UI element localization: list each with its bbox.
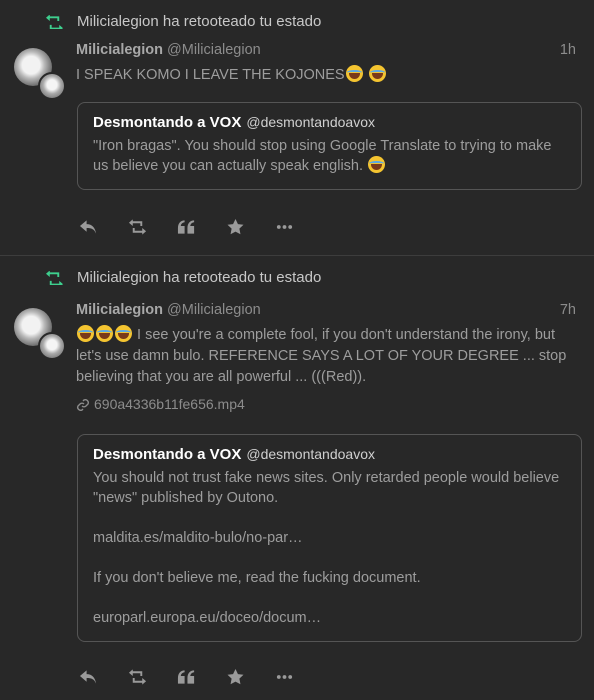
boost-button[interactable]	[127, 218, 147, 236]
status-text: I see you're a complete fool, if you don…	[76, 327, 567, 385]
quote-link[interactable]: maldita.es/maldito-bulo/no-par…	[93, 528, 566, 548]
more-icon	[276, 675, 292, 679]
laughing-emoji-icon	[345, 65, 363, 82]
quote-button[interactable]	[176, 668, 196, 686]
display-name[interactable]: Milicialegion	[76, 302, 163, 318]
quoted-status[interactable]: Desmontando a VOX @desmontandoavox You s…	[77, 434, 582, 642]
rofl-emoji-icon	[368, 156, 386, 173]
more-button[interactable]	[274, 668, 294, 686]
status-header: Milicialegion @Milicialegion 1h	[76, 42, 576, 58]
quote-display-name[interactable]: Desmontando a VOX	[93, 114, 241, 131]
favourite-button[interactable]	[225, 668, 245, 686]
status-text: I SPEAK KOMO I LEAVE THE KOJONES	[76, 67, 345, 83]
username[interactable]: @Milicialegion	[167, 42, 261, 58]
status-card: Milicialegion ha retooteado tu estado Mi…	[0, 256, 594, 700]
action-bar	[78, 218, 323, 236]
laughing-emoji-icon	[96, 325, 113, 342]
reply-button[interactable]	[78, 668, 98, 686]
laughing-emoji-icon	[77, 325, 94, 342]
timestamp[interactable]: 7h	[560, 302, 576, 318]
boost-icon	[128, 669, 146, 685]
more-icon	[276, 225, 292, 229]
laughing-emoji-icon	[115, 325, 132, 342]
reblog-text: Milicialegion ha retooteado tu estado	[77, 13, 322, 30]
reply-icon	[79, 220, 96, 234]
status-card: Milicialegion ha retooteado tu estado Mi…	[0, 0, 594, 256]
quote-icon	[177, 220, 194, 234]
quote-button[interactable]	[176, 218, 196, 236]
quote-text: You should not trust fake news sites. On…	[93, 468, 566, 628]
reply-icon	[79, 670, 96, 684]
more-button[interactable]	[274, 218, 294, 236]
username[interactable]: @Milicialegion	[167, 302, 261, 318]
favourite-button[interactable]	[225, 218, 245, 236]
reblog-icon	[46, 270, 63, 285]
quote-text: "Iron bragas". You should stop using Goo…	[93, 136, 566, 176]
quote-paragraph: You should not trust fake news sites. On…	[93, 470, 560, 506]
avatar-small-image	[38, 72, 66, 100]
avatar[interactable]	[14, 308, 66, 360]
status-content: I see you're a complete fool, if you don…	[76, 325, 576, 388]
reblog-text: Milicialegion ha retooteado tu estado	[77, 269, 322, 286]
quote-text-body: "Iron bragas". You should stop using Goo…	[93, 138, 552, 174]
quote-link[interactable]: europarl.europa.eu/doceo/docum…	[93, 608, 566, 628]
star-icon	[227, 219, 243, 235]
link-icon	[77, 398, 89, 411]
attachment-row: 690a4336b11fe656.mp4	[76, 394, 576, 415]
avatar[interactable]	[14, 48, 66, 100]
star-icon	[227, 669, 243, 685]
status-content: I SPEAK KOMO I LEAVE THE KOJONES	[76, 65, 576, 86]
avatar-small-image	[38, 332, 66, 360]
quoted-status[interactable]: Desmontando a VOX @desmontandoavox "Iron…	[77, 102, 582, 190]
attachment-link[interactable]: 690a4336b11fe656.mp4	[76, 394, 576, 415]
reblog-notice: Milicialegion ha retooteado tu estado	[46, 269, 321, 286]
quote-paragraph: If you don't believe me, read the fuckin…	[93, 570, 421, 586]
laughing-emoji-icon	[368, 65, 386, 82]
display-name[interactable]: Milicialegion	[76, 42, 163, 58]
quote-username[interactable]: @desmontandoavox	[246, 114, 375, 130]
quote-display-name[interactable]: Desmontando a VOX	[93, 446, 241, 463]
quote-icon	[177, 670, 194, 684]
boost-button[interactable]	[127, 668, 147, 686]
reblog-notice: Milicialegion ha retooteado tu estado	[46, 13, 321, 30]
boost-icon	[128, 219, 146, 235]
attachment-name: 690a4336b11fe656.mp4	[94, 396, 245, 412]
quote-username[interactable]: @desmontandoavox	[246, 446, 375, 462]
timestamp[interactable]: 1h	[560, 42, 576, 58]
reply-button[interactable]	[78, 218, 98, 236]
status-header: Milicialegion @Milicialegion 7h	[76, 302, 576, 318]
action-bar	[78, 668, 323, 686]
reblog-icon	[46, 14, 63, 29]
